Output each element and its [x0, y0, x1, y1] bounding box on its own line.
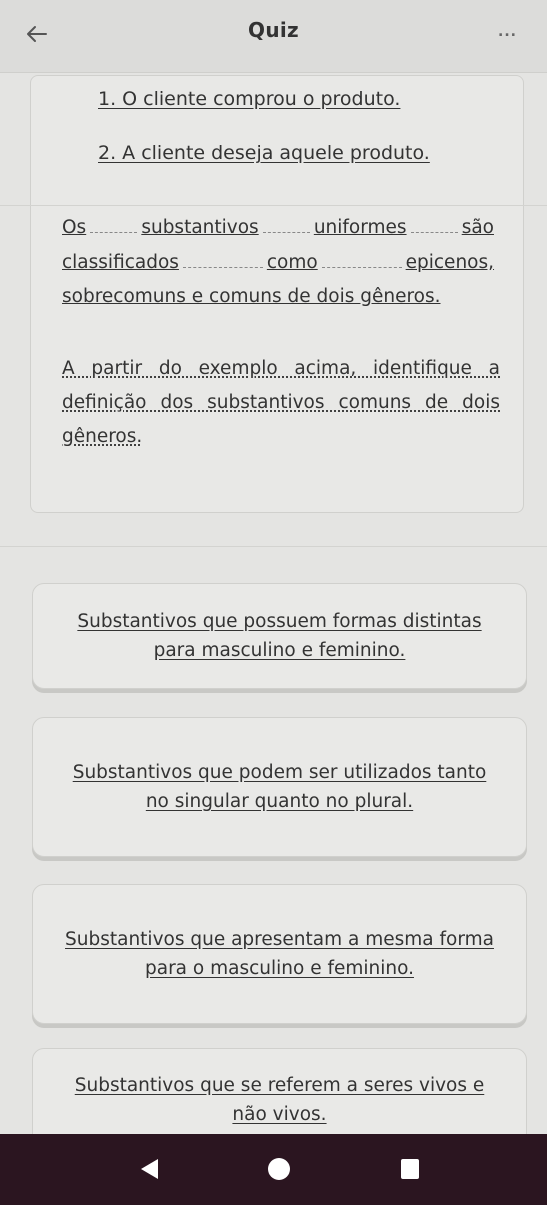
triangle-back-icon [141, 1159, 158, 1179]
answer-option-2[interactable]: Substantivos que podem ser utilizados ta… [32, 717, 527, 857]
word: uniformes [313, 217, 407, 238]
answer-option-label: Substantivos que podem ser utilizados ta… [72, 762, 487, 812]
answer-option-label: Substantivos que apresentam a mesma form… [65, 929, 494, 979]
question-prompt: A partir do exemplo acima, identifique a… [62, 358, 500, 447]
page-title: Quiz [248, 18, 299, 42]
nav-back-button[interactable] [137, 1156, 161, 1186]
nav-home-button[interactable] [266, 1156, 292, 1186]
system-navigation-bar [0, 1134, 547, 1205]
section-divider [0, 546, 547, 547]
section-divider [0, 205, 547, 206]
word: substantivos [141, 217, 259, 238]
example-sentence-2: 2. A cliente deseja aquele produto. [98, 142, 430, 164]
dash-filler [410, 232, 458, 233]
word: são [461, 217, 494, 238]
word: epicenos, [405, 252, 495, 273]
explanation-line-1: Os substantivos uniformes são [62, 217, 494, 238]
dash-filler [182, 267, 263, 268]
word: sobrecomuns e comuns de dois gêneros. [62, 286, 441, 307]
dash-filler [262, 232, 310, 233]
example-sentence-1: 1. O cliente comprou o produto. [98, 88, 401, 110]
app-header: Quiz ... [0, 0, 547, 73]
answer-option-4[interactable]: Substantivos que se referem a seres vivo… [32, 1048, 527, 1148]
word: Os [62, 217, 87, 238]
more-options-button[interactable]: ... [498, 24, 528, 40]
word: classificados [62, 252, 179, 273]
dash-filler [321, 267, 402, 268]
explanation-line-2: classificados como epicenos, [62, 252, 494, 273]
square-recents-icon [401, 1159, 419, 1179]
answer-option-3[interactable]: Substantivos que apresentam a mesma form… [32, 884, 527, 1024]
word: como [266, 252, 318, 273]
answer-option-1[interactable]: Substantivos que possuem formas distinta… [32, 583, 527, 689]
dash-filler [90, 232, 138, 233]
answer-option-label: Substantivos que possuem formas distinta… [77, 611, 482, 661]
nav-recents-button[interactable] [398, 1156, 422, 1186]
answer-option-label: Substantivos que se referem a seres vivo… [74, 1075, 485, 1125]
circle-home-icon [268, 1158, 290, 1180]
explanation-line-3: sobrecomuns e comuns de dois gêneros. [62, 286, 441, 307]
